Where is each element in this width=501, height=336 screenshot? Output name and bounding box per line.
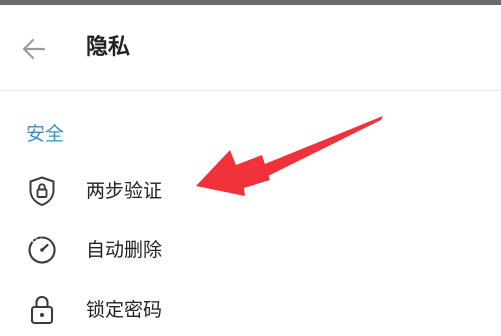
back-button[interactable] [14,31,54,71]
privacy-screen: 隐私 安全 两步验证 自动删除 锁定密码 [0,0,501,336]
menu-item-label: 自动删除 [86,239,163,261]
menu-item-two-step-verification[interactable]: 两步验证 [0,163,501,219]
arrow-left-icon [21,36,47,66]
page-header: 隐私 [0,5,501,90]
menu-item-label: 锁定密码 [86,299,163,321]
header-divider [0,90,501,91]
menu-item-auto-delete[interactable]: 自动删除 [0,222,501,278]
section-title-security: 安全 [26,123,65,145]
menu-item-lock-password[interactable]: 锁定密码 [0,282,501,336]
menu-item-label: 两步验证 [86,180,163,202]
timer-icon [26,234,58,266]
page-title: 隐私 [86,35,131,60]
shield-lock-icon [26,175,58,207]
lock-icon [26,294,58,326]
